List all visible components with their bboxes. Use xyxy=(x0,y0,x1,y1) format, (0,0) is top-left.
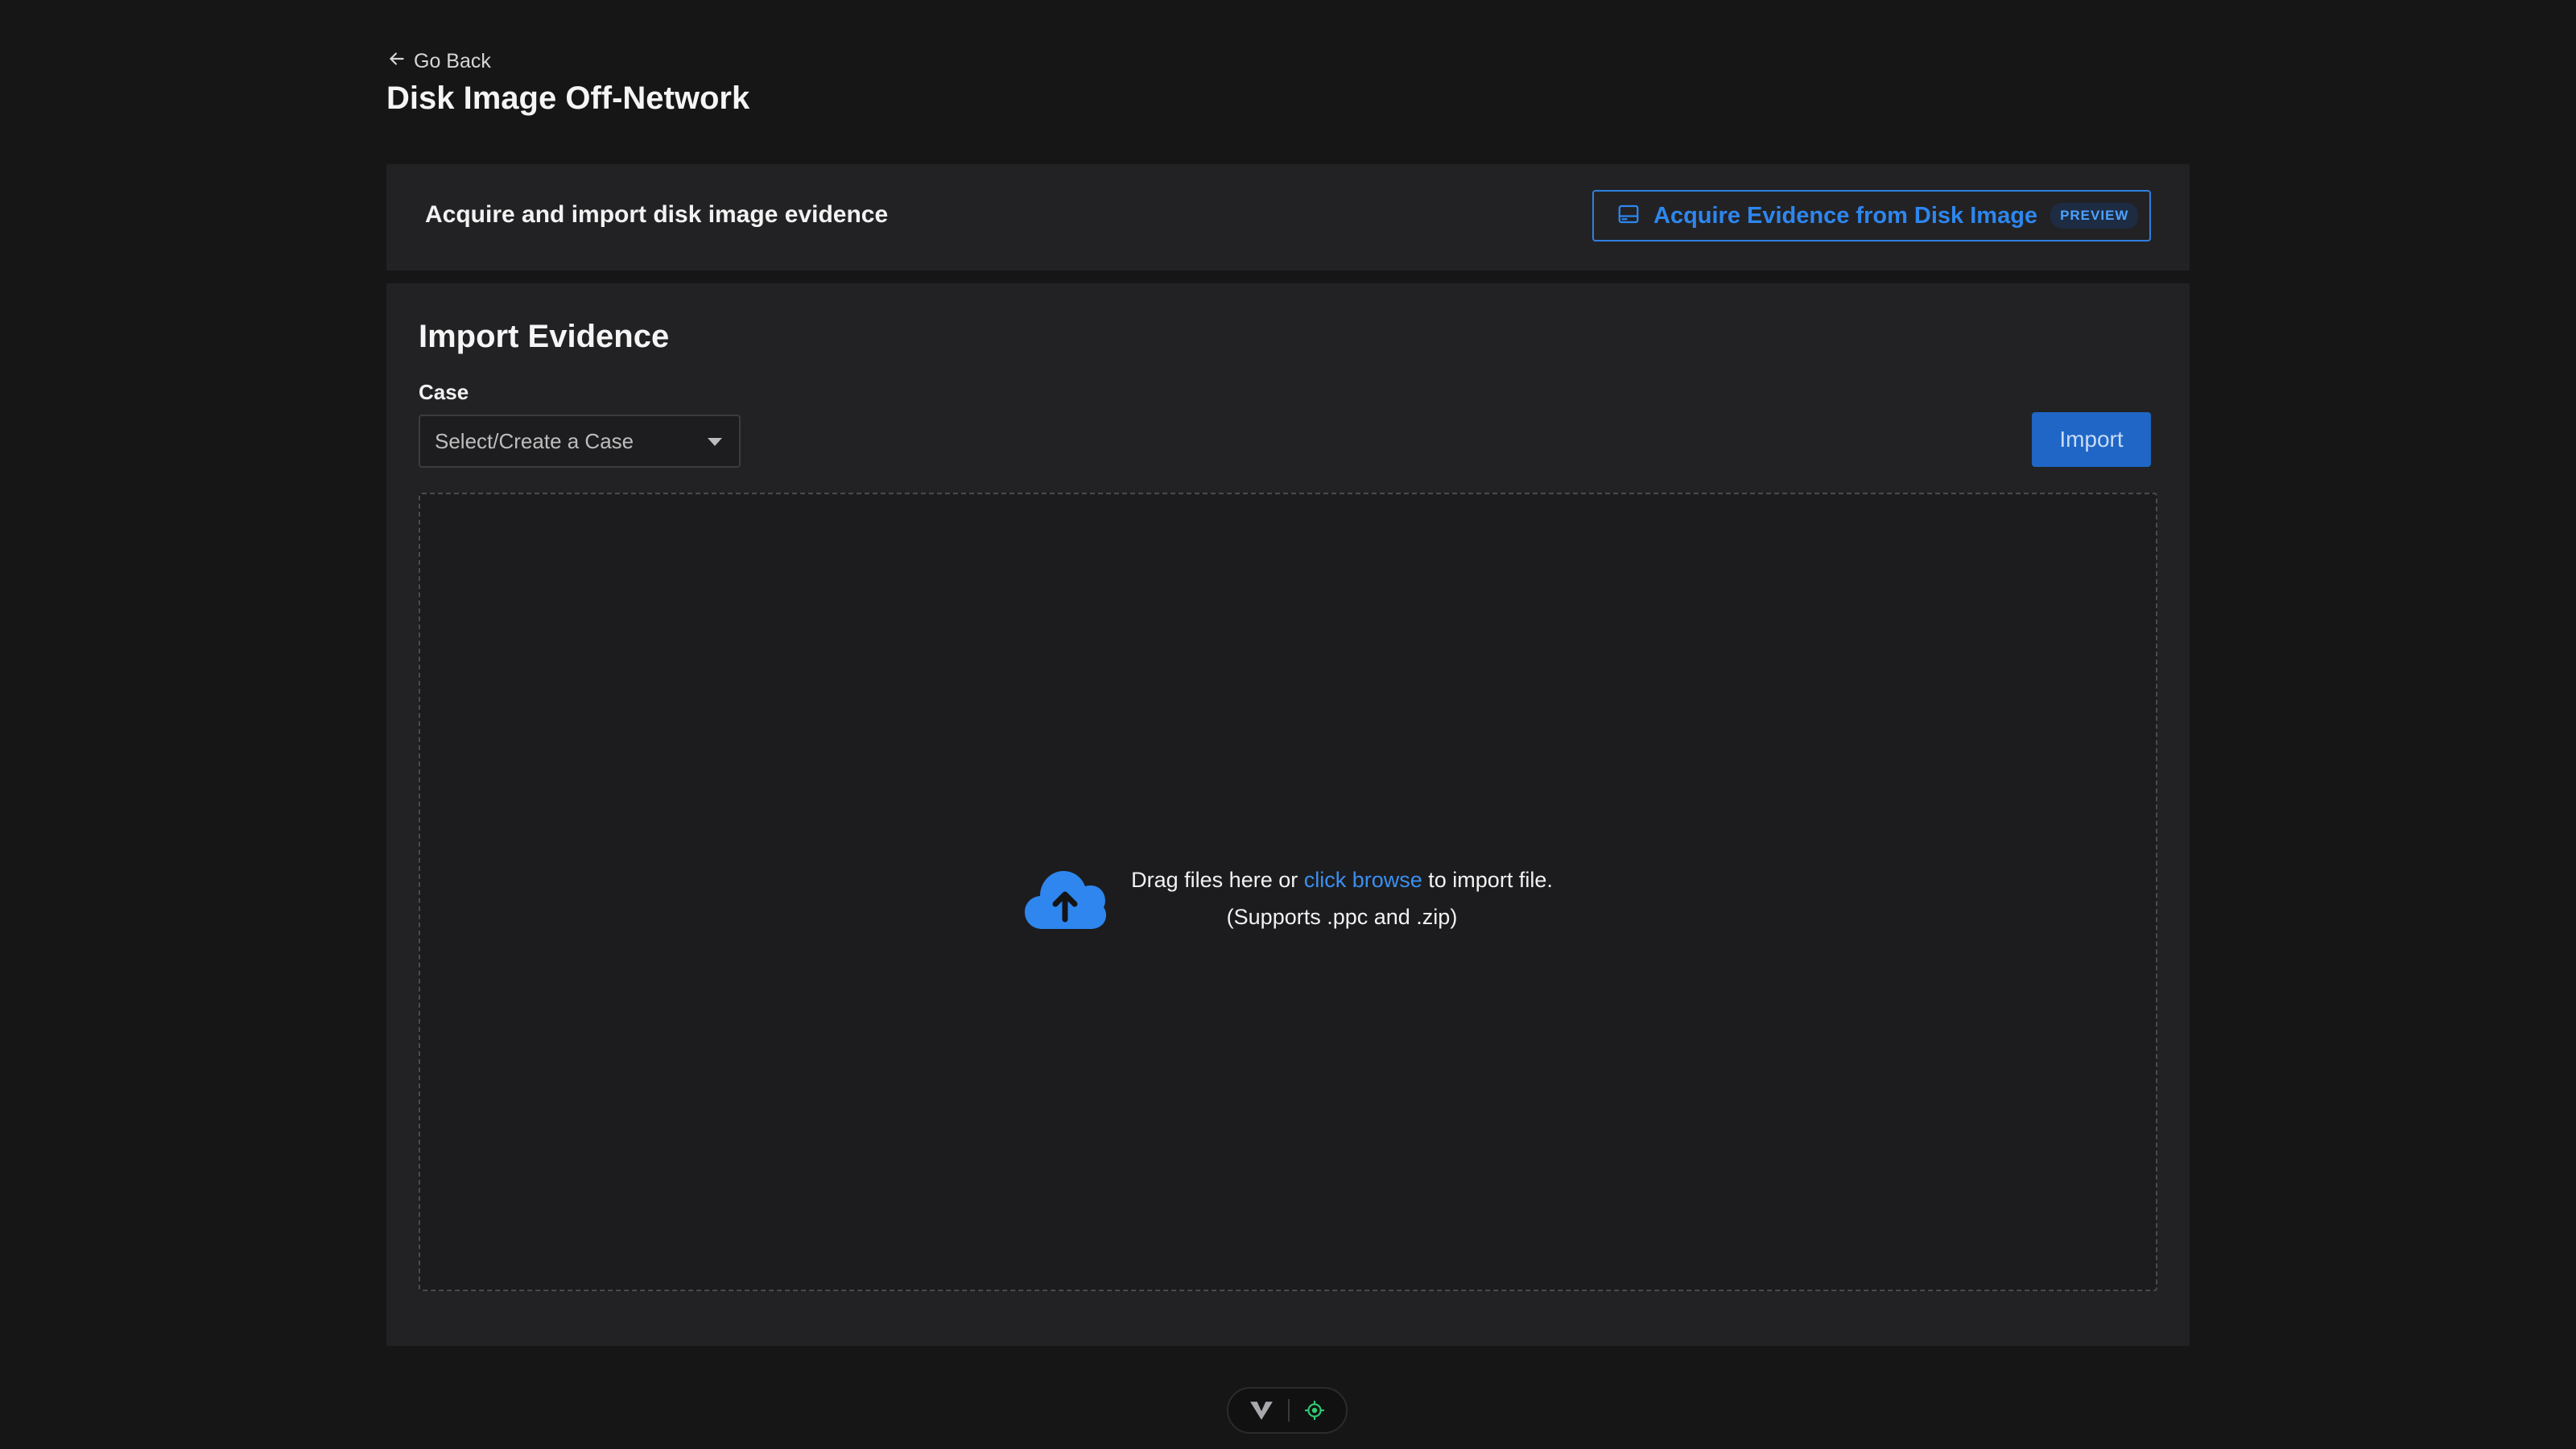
caret-down-icon xyxy=(708,438,722,446)
target-icon[interactable] xyxy=(1304,1400,1325,1421)
file-dropzone[interactable]: Drag files here or click browse to impor… xyxy=(419,493,2157,1291)
case-select[interactable]: Select/Create a Case xyxy=(419,415,741,468)
import-evidence-title: Import Evidence xyxy=(419,319,670,354)
arrow-left-icon xyxy=(386,48,407,75)
case-label: Case xyxy=(419,380,469,404)
cloud-upload-icon xyxy=(1023,866,1107,931)
dropzone-content: Drag files here or click browse to impor… xyxy=(420,861,2156,935)
footer-divider xyxy=(1288,1399,1290,1422)
v-logo-icon[interactable] xyxy=(1249,1400,1274,1421)
acquire-evidence-label: Acquire Evidence from Disk Image xyxy=(1653,202,2038,229)
preview-badge: PREVIEW xyxy=(2050,203,2139,229)
acquire-evidence-button[interactable]: Acquire Evidence from Disk Image PREVIEW xyxy=(1592,190,2151,242)
go-back-link[interactable]: Go Back xyxy=(386,48,491,75)
dropzone-text: Drag files here or click browse to impor… xyxy=(1131,861,1553,935)
acquire-banner: Acquire and import disk image evidence A… xyxy=(386,164,2190,270)
dropzone-supports: (Supports .ppc and .zip) xyxy=(1226,905,1458,929)
dropzone-instruction: Drag files here or click browse to impor… xyxy=(1131,861,1553,898)
dropzone-text-before: Drag files here or xyxy=(1131,868,1304,892)
import-button[interactable]: Import xyxy=(2032,412,2151,467)
footer-toolbar xyxy=(1227,1387,1348,1434)
hard-drive-icon xyxy=(1616,202,1653,230)
page-title: Disk Image Off-Network xyxy=(386,80,750,116)
import-evidence-panel: Import Evidence Case Select/Create a Cas… xyxy=(386,283,2190,1346)
go-back-label: Go Back xyxy=(414,50,491,72)
banner-text: Acquire and import disk image evidence xyxy=(425,201,889,228)
click-browse-link[interactable]: click browse xyxy=(1304,868,1422,892)
case-select-placeholder: Select/Create a Case xyxy=(435,428,634,453)
dropzone-text-after: to import file. xyxy=(1422,868,1553,892)
